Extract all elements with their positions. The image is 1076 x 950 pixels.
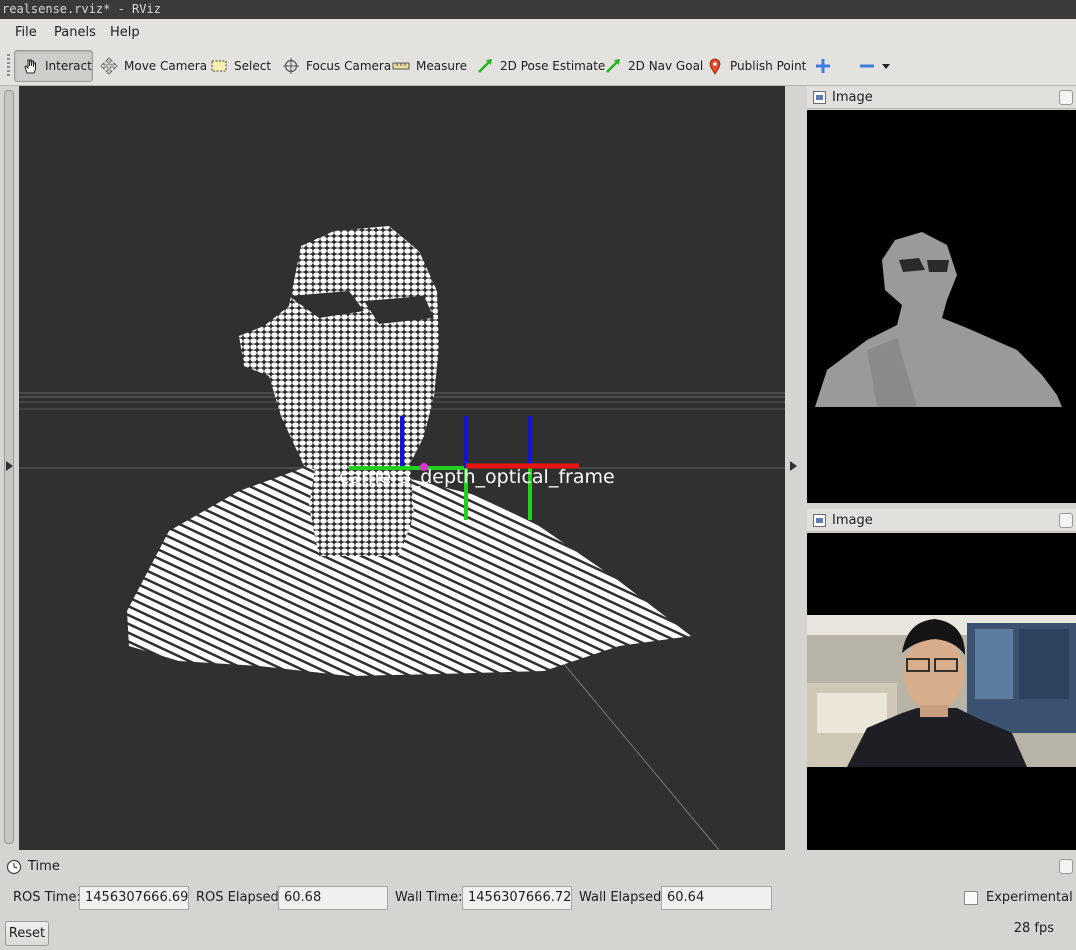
image-icon — [813, 90, 826, 104]
image-panel-title: Image — [832, 512, 873, 528]
menu-help[interactable]: Help — [110, 25, 140, 40]
dropdown-arrow-icon — [882, 64, 890, 69]
ros-elapsed-label: ROS Elapsed: — [196, 890, 284, 905]
hand-icon — [24, 59, 36, 74]
expand-right-arrow-icon[interactable] — [790, 461, 797, 471]
time-panel-title: Time — [28, 859, 60, 874]
ros-time-field[interactable]: 1456307666.69 — [79, 886, 189, 910]
panel-float-button[interactable] — [1059, 513, 1073, 528]
publish-point-label: Publish Point — [730, 59, 807, 73]
experimental-label: Experimental — [986, 890, 1073, 905]
wall-time-field[interactable]: 1456307666.72 — [462, 886, 572, 910]
toolbar: Interact Move Camera Select Focus Camera… — [0, 46, 1076, 86]
measure-button[interactable]: Measure — [386, 50, 473, 82]
select-rect-icon — [211, 60, 227, 72]
menu-bar: File Panels Help — [0, 19, 1076, 46]
image-panel-header: Image — [807, 509, 1076, 532]
interact-tool-button[interactable]: Interact — [14, 50, 93, 82]
reset-button[interactable]: Reset — [5, 921, 49, 946]
time-panel-header: Time — [0, 855, 1076, 878]
menu-file[interactable]: File — [15, 25, 37, 40]
image-panel-header: Image — [807, 86, 1076, 109]
minus-icon — [860, 64, 874, 68]
ros-elapsed-field[interactable]: 60.68 — [278, 886, 388, 910]
depth-image-view — [807, 110, 1076, 503]
color-image-view — [807, 533, 1076, 850]
nav-goal-label: 2D Nav Goal — [628, 59, 704, 73]
interact-label: Interact — [45, 59, 92, 73]
fps-readout: 28 fps — [1013, 921, 1054, 936]
map-pin-icon — [709, 58, 721, 75]
depth-image — [815, 232, 1062, 407]
publish-point-button[interactable]: Publish Point — [700, 50, 812, 82]
select-button[interactable]: Select — [204, 50, 277, 82]
move-camera-button[interactable]: Move Camera — [94, 50, 213, 82]
wall-elapsed-field[interactable]: 60.64 — [661, 886, 772, 910]
focus-crosshair-icon — [283, 58, 299, 74]
toolbar-grip[interactable] — [7, 54, 10, 78]
image-panel-title: Image — [832, 89, 873, 105]
clock-icon — [6, 859, 22, 874]
focus-camera-button[interactable]: Focus Camera — [276, 50, 397, 82]
move-arrows-icon — [100, 57, 118, 75]
render-3d-viewport[interactable]: camera_depth_optical_frame — [19, 86, 785, 850]
pose-estimate-button[interactable]: 2D Pose Estimate — [470, 50, 611, 82]
ros-time-label: ROS Time: — [13, 890, 81, 905]
move-camera-label: Move Camera — [124, 59, 208, 73]
remove-tool-button[interactable] — [852, 50, 896, 82]
wall-time-label: Wall Time: — [395, 890, 463, 905]
panel-float-button[interactable] — [1059, 90, 1073, 105]
measure-label: Measure — [416, 59, 467, 73]
menu-panels[interactable]: Panels — [54, 25, 96, 40]
color-camera-image — [807, 615, 1076, 767]
plus-icon — [816, 59, 830, 73]
nav-goal-button[interactable]: 2D Nav Goal — [598, 50, 709, 82]
focus-camera-label: Focus Camera — [306, 59, 392, 73]
expand-left-arrow-icon[interactable] — [6, 461, 13, 471]
add-tool-button[interactable] — [808, 50, 838, 82]
experimental-checkbox[interactable] — [964, 891, 978, 905]
image-icon — [813, 513, 826, 527]
green-arrow-icon — [478, 59, 492, 73]
select-label: Select — [234, 59, 272, 73]
ruler-icon — [392, 62, 410, 70]
pose-estimate-label: 2D Pose Estimate — [500, 59, 606, 73]
green-arrow-icon — [606, 59, 620, 73]
window-title: realsense.rviz* - RViz — [0, 0, 1076, 19]
point-cloud-canvas: camera_depth_optical_frame — [19, 226, 785, 850]
time-row: ROS Time: 1456307666.69 ROS Elapsed: 60.… — [0, 880, 1076, 916]
tf-frame-label: camera_depth_optical_frame — [339, 466, 615, 488]
wall-elapsed-label: Wall Elapsed: — [579, 890, 666, 905]
time-panel-float-button[interactable] — [1059, 859, 1073, 874]
